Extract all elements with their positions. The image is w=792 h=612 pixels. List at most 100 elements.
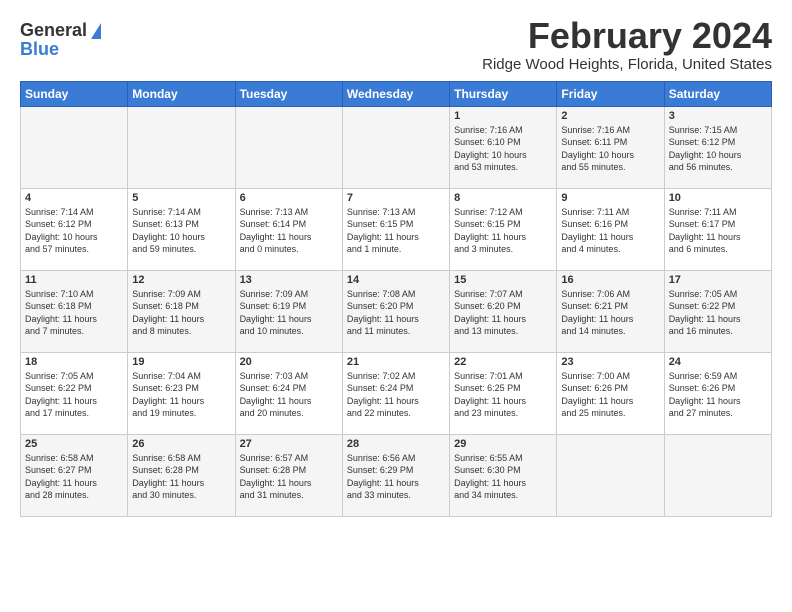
day-info: Sunrise: 7:16 AM Sunset: 6:11 PM Dayligh… bbox=[561, 124, 659, 174]
calendar-cell bbox=[21, 106, 128, 188]
day-number: 12 bbox=[132, 274, 230, 286]
day-info: Sunrise: 6:56 AM Sunset: 6:29 PM Dayligh… bbox=[347, 452, 445, 502]
weekday-header-friday: Friday bbox=[557, 81, 664, 106]
day-number: 29 bbox=[454, 438, 552, 450]
calendar-cell bbox=[235, 106, 342, 188]
day-info: Sunrise: 7:07 AM Sunset: 6:20 PM Dayligh… bbox=[454, 288, 552, 338]
weekday-header-tuesday: Tuesday bbox=[235, 81, 342, 106]
calendar-cell: 13 Sunrise: 7:09 AM Sunset: 6:19 PM Dayli… bbox=[235, 270, 342, 352]
day-info: Sunrise: 7:03 AM Sunset: 6:24 PM Dayligh… bbox=[240, 370, 338, 420]
calendar-cell: 3Sunrise: 7:15 AM Sunset: 6:12 PM Daylig… bbox=[664, 106, 771, 188]
calendar-cell: 6Sunrise: 7:13 AM Sunset: 6:14 PM Daylig… bbox=[235, 188, 342, 270]
day-info: Sunrise: 7:13 AM Sunset: 6:15 PM Dayligh… bbox=[347, 206, 445, 256]
calendar-cell: 1 Sunrise: 7:16 AM Sunset: 6:10 PM Daylig… bbox=[450, 106, 557, 188]
day-info: Sunrise: 6:58 AM Sunset: 6:28 PM Dayligh… bbox=[132, 452, 230, 502]
calendar-cell: 19 Sunrise: 7:04 AM Sunset: 6:23 PM Dayli… bbox=[128, 352, 235, 434]
day-info: Sunrise: 7:12 AM Sunset: 6:15 PM Dayligh… bbox=[454, 206, 552, 256]
day-number: 25 bbox=[25, 438, 123, 450]
calendar-week-1: 1 Sunrise: 7:16 AM Sunset: 6:10 PM Daylig… bbox=[21, 106, 772, 188]
day-info: Sunrise: 7:05 AM Sunset: 6:22 PM Dayligh… bbox=[669, 288, 767, 338]
day-number: 7 bbox=[347, 192, 445, 204]
day-info: Sunrise: 7:09 AM Sunset: 6:19 PM Dayligh… bbox=[240, 288, 338, 338]
calendar-cell: 23 Sunrise: 7:00 AM Sunset: 6:26 PM Dayli… bbox=[557, 352, 664, 434]
weekday-header-row: SundayMondayTuesdayWednesdayThursdayFrid… bbox=[21, 81, 772, 106]
logo-blue-text: Blue bbox=[20, 39, 59, 60]
logo-triangle-icon bbox=[91, 23, 101, 39]
location-title: Ridge Wood Heights, Florida, United Stat… bbox=[482, 56, 772, 73]
day-info: Sunrise: 7:08 AM Sunset: 6:20 PM Dayligh… bbox=[347, 288, 445, 338]
calendar-cell: 11 Sunrise: 7:10 AM Sunset: 6:18 PM Dayli… bbox=[21, 270, 128, 352]
calendar-cell: 22 Sunrise: 7:01 AM Sunset: 6:25 PM Dayli… bbox=[450, 352, 557, 434]
day-number: 2 bbox=[561, 110, 659, 122]
calendar-table: SundayMondayTuesdayWednesdayThursdayFrid… bbox=[20, 81, 772, 517]
day-number: 16 bbox=[561, 274, 659, 286]
calendar-cell: 7 Sunrise: 7:13 AM Sunset: 6:15 PM Daylig… bbox=[342, 188, 449, 270]
day-info: Sunrise: 7:05 AM Sunset: 6:22 PM Dayligh… bbox=[25, 370, 123, 420]
day-info: Sunrise: 7:10 AM Sunset: 6:18 PM Dayligh… bbox=[25, 288, 123, 338]
day-number: 22 bbox=[454, 356, 552, 368]
calendar-cell: 25 Sunrise: 6:58 AM Sunset: 6:27 PM Dayli… bbox=[21, 434, 128, 516]
day-number: 17 bbox=[669, 274, 767, 286]
calendar-cell: 9 Sunrise: 7:11 AM Sunset: 6:16 PM Daylig… bbox=[557, 188, 664, 270]
day-number: 3 bbox=[669, 110, 767, 122]
calendar-cell bbox=[664, 434, 771, 516]
calendar-cell: 14 Sunrise: 7:08 AM Sunset: 6:20 PM Dayli… bbox=[342, 270, 449, 352]
day-number: 1 bbox=[454, 110, 552, 122]
title-block: February 2024 Ridge Wood Heights, Florid… bbox=[482, 16, 772, 73]
day-info: Sunrise: 7:00 AM Sunset: 6:26 PM Dayligh… bbox=[561, 370, 659, 420]
day-number: 18 bbox=[25, 356, 123, 368]
calendar-cell: 10Sunrise: 7:11 AM Sunset: 6:17 PM Dayli… bbox=[664, 188, 771, 270]
calendar-cell: 28 Sunrise: 6:56 AM Sunset: 6:29 PM Dayli… bbox=[342, 434, 449, 516]
day-info: Sunrise: 6:55 AM Sunset: 6:30 PM Dayligh… bbox=[454, 452, 552, 502]
day-info: Sunrise: 7:09 AM Sunset: 6:18 PM Dayligh… bbox=[132, 288, 230, 338]
calendar-cell: 15 Sunrise: 7:07 AM Sunset: 6:20 PM Dayli… bbox=[450, 270, 557, 352]
calendar-cell: 29 Sunrise: 6:55 AM Sunset: 6:30 PM Dayli… bbox=[450, 434, 557, 516]
calendar-cell: 17 Sunrise: 7:05 AM Sunset: 6:22 PM Dayli… bbox=[664, 270, 771, 352]
calendar-cell: 21Sunrise: 7:02 AM Sunset: 6:24 PM Dayli… bbox=[342, 352, 449, 434]
day-number: 26 bbox=[132, 438, 230, 450]
day-info: Sunrise: 7:04 AM Sunset: 6:23 PM Dayligh… bbox=[132, 370, 230, 420]
logo: General Blue bbox=[20, 20, 101, 60]
day-number: 6 bbox=[240, 192, 338, 204]
calendar-cell: 24 Sunrise: 6:59 AM Sunset: 6:26 PM Dayli… bbox=[664, 352, 771, 434]
logo-general-text: General bbox=[20, 20, 87, 41]
day-info: Sunrise: 6:58 AM Sunset: 6:27 PM Dayligh… bbox=[25, 452, 123, 502]
day-number: 14 bbox=[347, 274, 445, 286]
calendar-week-4: 18 Sunrise: 7:05 AM Sunset: 6:22 PM Dayli… bbox=[21, 352, 772, 434]
day-number: 24 bbox=[669, 356, 767, 368]
day-number: 28 bbox=[347, 438, 445, 450]
calendar-week-2: 4Sunrise: 7:14 AM Sunset: 6:12 PM Daylig… bbox=[21, 188, 772, 270]
day-number: 9 bbox=[561, 192, 659, 204]
calendar-cell bbox=[557, 434, 664, 516]
day-info: Sunrise: 6:57 AM Sunset: 6:28 PM Dayligh… bbox=[240, 452, 338, 502]
day-number: 11 bbox=[25, 274, 123, 286]
calendar-cell: 12 Sunrise: 7:09 AM Sunset: 6:18 PM Dayli… bbox=[128, 270, 235, 352]
day-number: 13 bbox=[240, 274, 338, 286]
day-number: 5 bbox=[132, 192, 230, 204]
calendar-body: 1 Sunrise: 7:16 AM Sunset: 6:10 PM Daylig… bbox=[21, 106, 772, 516]
weekday-header-thursday: Thursday bbox=[450, 81, 557, 106]
day-number: 15 bbox=[454, 274, 552, 286]
weekday-header-saturday: Saturday bbox=[664, 81, 771, 106]
day-info: Sunrise: 7:01 AM Sunset: 6:25 PM Dayligh… bbox=[454, 370, 552, 420]
day-info: Sunrise: 7:11 AM Sunset: 6:17 PM Dayligh… bbox=[669, 206, 767, 256]
calendar-cell: 5 Sunrise: 7:14 AM Sunset: 6:13 PM Daylig… bbox=[128, 188, 235, 270]
calendar-week-3: 11 Sunrise: 7:10 AM Sunset: 6:18 PM Dayli… bbox=[21, 270, 772, 352]
weekday-header-sunday: Sunday bbox=[21, 81, 128, 106]
day-info: Sunrise: 7:14 AM Sunset: 6:13 PM Dayligh… bbox=[132, 206, 230, 256]
day-info: Sunrise: 7:16 AM Sunset: 6:10 PM Dayligh… bbox=[454, 124, 552, 174]
calendar-cell: 4Sunrise: 7:14 AM Sunset: 6:12 PM Daylig… bbox=[21, 188, 128, 270]
calendar-cell: 2 Sunrise: 7:16 AM Sunset: 6:11 PM Daylig… bbox=[557, 106, 664, 188]
day-number: 23 bbox=[561, 356, 659, 368]
day-number: 8 bbox=[454, 192, 552, 204]
weekday-header-monday: Monday bbox=[128, 81, 235, 106]
weekday-header-wednesday: Wednesday bbox=[342, 81, 449, 106]
day-info: Sunrise: 7:11 AM Sunset: 6:16 PM Dayligh… bbox=[561, 206, 659, 256]
calendar-cell bbox=[128, 106, 235, 188]
page-header: General Blue February 2024 Ridge Wood He… bbox=[20, 16, 772, 73]
day-info: Sunrise: 7:02 AM Sunset: 6:24 PM Dayligh… bbox=[347, 370, 445, 420]
day-number: 19 bbox=[132, 356, 230, 368]
calendar-cell: 20Sunrise: 7:03 AM Sunset: 6:24 PM Dayli… bbox=[235, 352, 342, 434]
day-info: Sunrise: 7:14 AM Sunset: 6:12 PM Dayligh… bbox=[25, 206, 123, 256]
day-info: Sunrise: 6:59 AM Sunset: 6:26 PM Dayligh… bbox=[669, 370, 767, 420]
